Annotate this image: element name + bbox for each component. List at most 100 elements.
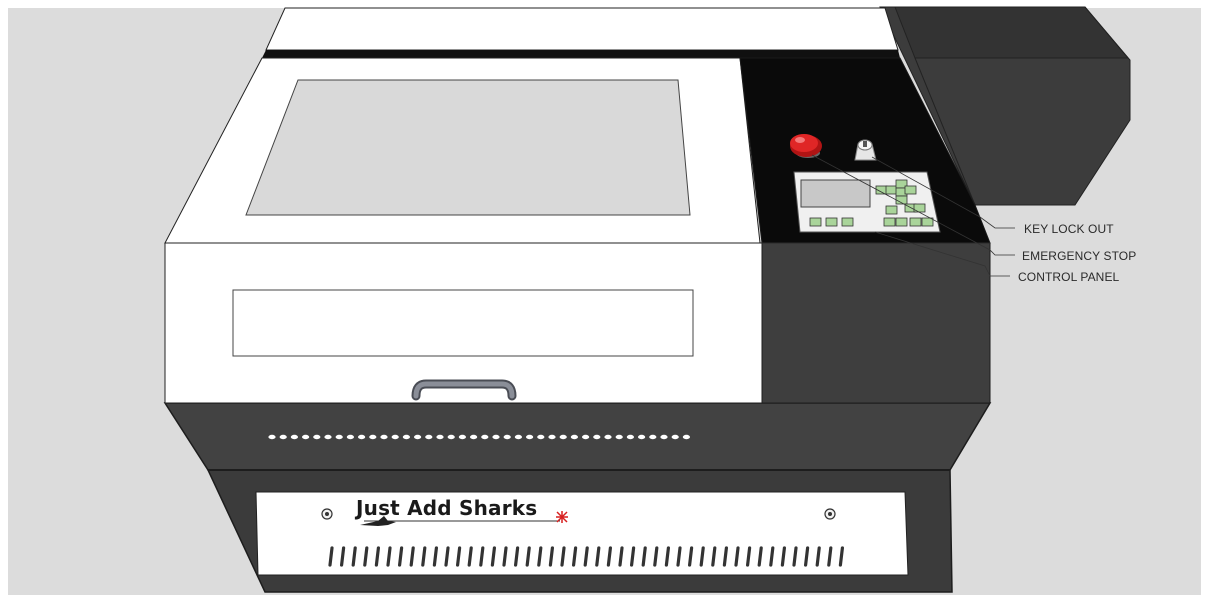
panel-key (904, 185, 917, 195)
vent-dot (626, 434, 635, 440)
vent-dot (660, 434, 668, 440)
vent-dot (526, 434, 534, 440)
screw-icon (321, 508, 333, 520)
vent-dot (414, 434, 422, 440)
callout-control-panel: CONTROL PANEL (1018, 270, 1120, 284)
vent-dot (313, 434, 321, 440)
laser-cutter-drawing (0, 0, 1207, 595)
vent-dot (458, 434, 466, 440)
vent-slot (421, 546, 427, 567)
vent-slot (513, 546, 520, 567)
vent-dot (447, 434, 455, 440)
vent-slot (595, 546, 601, 567)
vent-slot (456, 546, 462, 567)
lid-front-window (232, 289, 694, 357)
vent-slot (711, 546, 717, 567)
vent-slot (363, 546, 369, 567)
callout-emergency-stop: EMERGENCY STOP (1022, 249, 1137, 263)
vent-slot (780, 546, 787, 567)
brand-logo-text: Just Add Sharks (356, 496, 538, 520)
vent-slot (618, 546, 624, 567)
control-panel (793, 171, 941, 233)
vent-dot (369, 434, 377, 440)
vent-slot (687, 546, 694, 567)
vent-slot (432, 546, 438, 567)
panel-key (913, 203, 926, 213)
vent-dot (279, 434, 287, 440)
panel-key (909, 217, 922, 227)
vent-slot (398, 546, 404, 567)
vent-dot (593, 434, 601, 440)
panel-key (921, 217, 934, 227)
vent-dot (402, 434, 410, 440)
vent-dot (335, 434, 343, 440)
panel-key (809, 217, 822, 227)
vent-slot (479, 546, 485, 567)
vent-slot (409, 546, 415, 567)
vent-slot (629, 546, 636, 567)
vent-dot (492, 434, 500, 440)
laser-burst-icon (556, 511, 568, 523)
vent-slot (548, 546, 555, 567)
vent-slot (340, 546, 346, 567)
vent-slot (537, 546, 543, 567)
panel-key (885, 185, 898, 195)
vent-dot (346, 434, 354, 440)
vent-slot (490, 546, 496, 567)
panel-key (895, 217, 908, 227)
vent-slot (502, 546, 508, 567)
vent-slot (467, 546, 473, 567)
vent-dot (514, 434, 523, 440)
vent-slot (606, 546, 613, 567)
vent-dot (268, 434, 276, 440)
vent-dot (682, 434, 691, 440)
vent-dot (559, 434, 567, 440)
vent-slot (525, 546, 531, 567)
callout-key-lock-out: KEY LOCK OUT (1024, 222, 1114, 236)
viewing-window (245, 79, 691, 216)
vent-slot (444, 546, 450, 567)
vent-dot (358, 434, 366, 440)
vent-slot (757, 546, 763, 567)
laser-cutter-diagram: Just Add Sharks KEY LOCK OUT EMERGENCY S… (0, 0, 1207, 595)
lcd-screen (800, 179, 871, 208)
vent-slot (827, 546, 833, 567)
vent-dot (615, 434, 623, 440)
vent-dot (582, 434, 590, 440)
vent-dot (425, 434, 433, 440)
vent-slot (328, 546, 334, 567)
vent-dot (436, 434, 444, 440)
vent-slot (745, 546, 752, 567)
vent-slot (374, 546, 380, 567)
vent-slot (803, 546, 810, 567)
panel-key (885, 205, 898, 215)
vent-slot (664, 546, 671, 567)
vent-slot (769, 546, 775, 567)
vent-dot (391, 434, 399, 440)
screw-icon (824, 508, 836, 520)
vent-slot (838, 546, 845, 567)
vent-slot (734, 546, 740, 567)
vent-slot (583, 546, 589, 567)
vent-dot (548, 434, 556, 440)
vent-dot (290, 434, 298, 440)
vent-slot (699, 546, 705, 567)
vent-slot (560, 546, 566, 567)
vent-slot (722, 546, 729, 567)
vent-dot (470, 434, 478, 440)
vent-dot (324, 434, 332, 440)
vent-slot (386, 546, 392, 567)
vent-slot (351, 546, 357, 567)
vent-dot (649, 434, 657, 440)
vent-dot (570, 434, 579, 440)
vent-slot (641, 546, 647, 567)
vent-dot (481, 434, 489, 440)
vent-dot (638, 434, 646, 440)
panel-key (825, 217, 838, 227)
vent-slot (571, 546, 578, 567)
panel-key (883, 217, 896, 227)
vent-dot (380, 434, 388, 440)
vent-slot (815, 546, 821, 567)
vent-dot (302, 434, 310, 440)
vent-dot (671, 434, 679, 440)
